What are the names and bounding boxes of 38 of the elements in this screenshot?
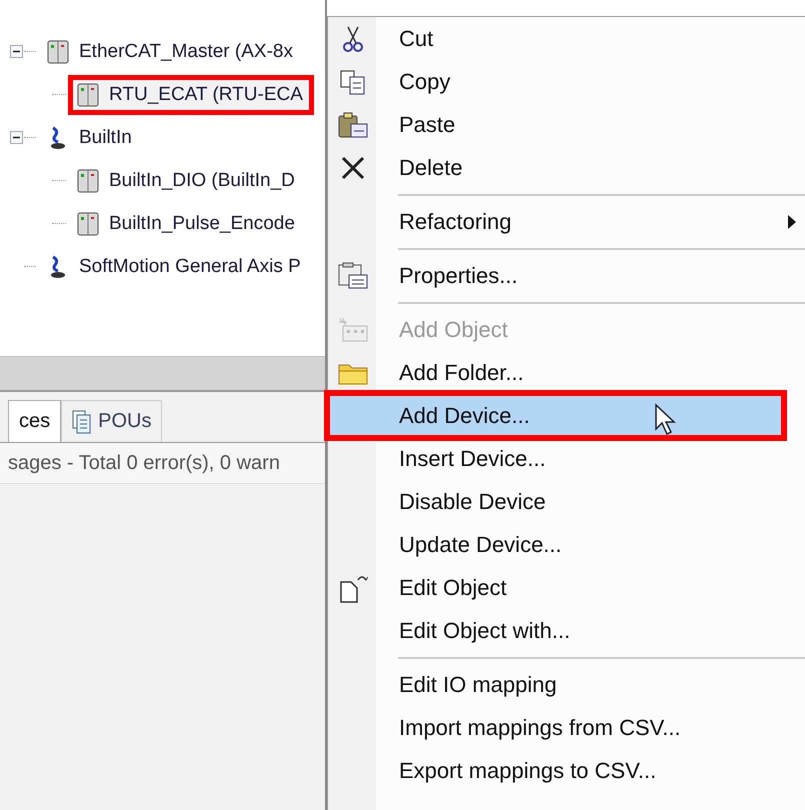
menu-item[interactable]: Import mappings from CSV... xyxy=(328,706,805,749)
menu-item[interactable]: Edit Object with... xyxy=(328,609,805,652)
copy-icon xyxy=(339,68,367,94)
menu-item[interactable]: Properties... xyxy=(328,254,805,297)
delete-icon xyxy=(340,154,366,180)
menu-item[interactable]: Copy xyxy=(328,60,805,103)
menu-item[interactable]: Export mappings to CSV... xyxy=(328,749,805,792)
menu-item[interactable]: Insert Device... xyxy=(328,437,805,480)
device-icon xyxy=(77,210,99,236)
submenu-arrow-icon xyxy=(788,214,796,228)
tree-item[interactable]: BuiltIn xyxy=(79,126,132,148)
paste-icon xyxy=(337,110,369,138)
messages-summary: sages - Total 0 error(s), 0 warn xyxy=(8,452,280,474)
scissors-icon xyxy=(343,24,363,52)
menu-item[interactable]: Edit Object xyxy=(328,566,805,609)
menu-item[interactable]: Refactoring xyxy=(328,200,805,243)
menu-item[interactable]: Delete xyxy=(328,146,805,189)
collapse-toggle-icon[interactable] xyxy=(10,44,24,58)
menu-item[interactable]: Update Device... xyxy=(328,523,805,566)
collapse-toggle-icon[interactable] xyxy=(10,130,24,144)
mouse-pointer-icon xyxy=(654,403,676,437)
menu-item[interactable]: Disable Device xyxy=(328,480,805,523)
document-icon xyxy=(72,410,92,434)
pane-tab[interactable]: ces xyxy=(8,400,62,442)
menu-item[interactable]: Add Folder... xyxy=(328,351,805,394)
device-icon xyxy=(47,38,69,64)
tree-item[interactable]: EtherCAT_Master (AX-8x xyxy=(79,40,293,62)
tree-item[interactable]: BuiltIn_Pulse_Encode xyxy=(109,212,295,234)
properties-icon xyxy=(337,262,369,290)
menu-item[interactable]: Cut xyxy=(328,17,805,60)
device-icon xyxy=(77,82,99,108)
tree-item[interactable]: BuiltIn_DIO (BuiltIn_D xyxy=(109,170,295,192)
menu-item[interactable]: Edit IO mapping xyxy=(328,663,805,706)
tree-item[interactable]: SoftMotion General Axis P xyxy=(79,256,301,278)
device-icon xyxy=(77,168,99,194)
pane-tab[interactable]: POUs xyxy=(61,400,162,442)
menu-item[interactable]: Paste xyxy=(328,103,805,146)
add-object-icon xyxy=(337,316,369,344)
